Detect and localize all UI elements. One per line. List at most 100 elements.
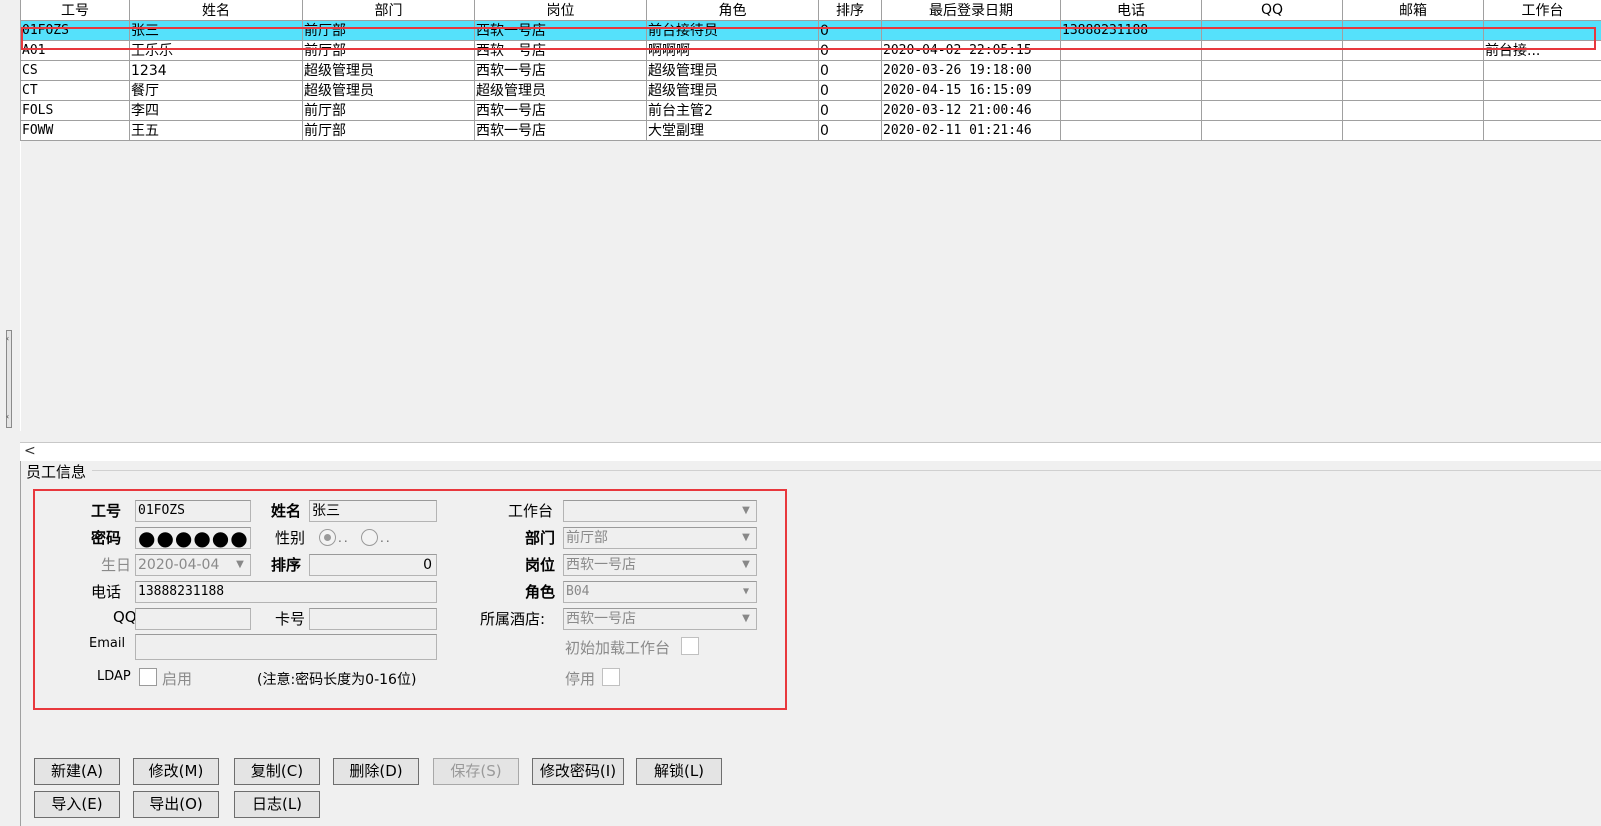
cell-workbench[interactable] — [1483, 120, 1601, 141]
cell-role[interactable]: 前台接待员 — [646, 20, 819, 41]
birthday-picker[interactable]: 2020-04-04 ▼ — [135, 554, 251, 576]
hotel-select[interactable]: 西软一号店 ▼ — [563, 608, 757, 630]
cell-post[interactable]: 超级管理员 — [474, 80, 647, 101]
cell-qq[interactable] — [1201, 20, 1343, 41]
column-header-name[interactable]: 姓名 — [129, 0, 303, 21]
cell-name[interactable]: 李四 — [129, 100, 303, 121]
email-field[interactable] — [135, 634, 437, 660]
cell-dept[interactable]: 前厅部 — [302, 100, 475, 121]
cell-email[interactable] — [1342, 120, 1484, 141]
cell-order[interactable]: 0 — [818, 100, 882, 121]
password-field[interactable]: ●●●●●● — [135, 527, 251, 549]
cell-email[interactable] — [1342, 20, 1484, 41]
chevron-down-icon[interactable]: ▼ — [736, 528, 756, 548]
role-select[interactable]: B04 ▼ — [563, 581, 757, 603]
workbench-select[interactable]: ▼ — [563, 500, 757, 522]
cell-id[interactable]: FOLS — [20, 100, 130, 121]
cell-role[interactable]: 前台主管2 — [646, 100, 819, 121]
cell-name[interactable]: 王乐乐 — [129, 40, 303, 61]
column-header-email[interactable]: 邮箱 — [1342, 0, 1484, 21]
table-row[interactable]: 01FOZS 张三 前厅部 西软一号店 前台接待员 0 13888231188 — [20, 20, 1601, 41]
cell-workbench[interactable] — [1483, 20, 1601, 41]
unlock-button[interactable]: 解锁(L) — [636, 758, 722, 785]
chevron-left-icon[interactable]: < — [24, 443, 36, 459]
cell-workbench[interactable] — [1483, 60, 1601, 81]
cell-id[interactable]: A01 — [20, 40, 130, 61]
cell-last-login[interactable]: 2020-04-15 16:15:09 — [881, 80, 1061, 101]
cell-name[interactable]: 餐厅 — [129, 80, 303, 101]
cell-role[interactable]: 啊啊啊 — [646, 40, 819, 61]
new-button[interactable]: 新建(A) — [34, 758, 120, 785]
horizontal-scrollbar[interactable]: < — [20, 442, 1601, 461]
init-workbench-checkbox[interactable] — [681, 637, 699, 655]
cell-dept[interactable]: 前厅部 — [302, 20, 475, 41]
cell-name[interactable]: 张三 — [129, 20, 303, 41]
chevron-down-icon[interactable]: ▼ — [230, 555, 250, 575]
cell-post[interactable]: 西软一号店 — [474, 40, 647, 61]
chevron-down-icon[interactable]: ▼ — [736, 501, 756, 521]
cell-phone[interactable] — [1060, 80, 1202, 101]
card-field[interactable] — [309, 608, 437, 630]
gender-radio-2[interactable] — [361, 529, 378, 546]
cell-last-login[interactable]: 2020-03-12 21:00:46 — [881, 100, 1061, 121]
cell-dept[interactable]: 超级管理员 — [302, 80, 475, 101]
column-header-qq[interactable]: QQ — [1201, 0, 1343, 21]
cell-post[interactable]: 西软一号店 — [474, 120, 647, 141]
cell-email[interactable] — [1342, 40, 1484, 61]
phone-field[interactable]: 13888231188 — [135, 581, 437, 603]
ldap-checkbox[interactable] — [139, 668, 157, 686]
import-button[interactable]: 导入(E) — [34, 791, 120, 818]
cell-qq[interactable] — [1201, 80, 1343, 101]
cell-post[interactable]: 西软一号店 — [474, 20, 647, 41]
cell-id[interactable]: 01FOZS — [20, 20, 130, 41]
cell-role[interactable]: 大堂副理 — [646, 120, 819, 141]
column-header-id[interactable]: 工号 — [20, 0, 130, 21]
cell-qq[interactable] — [1201, 100, 1343, 121]
chevron-down-icon[interactable]: ▼ — [736, 555, 756, 575]
cell-id[interactable]: CS — [20, 60, 130, 81]
cell-name[interactable]: 1234 — [129, 60, 303, 81]
dept-select[interactable]: 前厅部 ▼ — [563, 527, 757, 549]
cell-dept[interactable]: 前厅部 — [302, 120, 475, 141]
cell-order[interactable]: 0 — [818, 20, 882, 41]
column-header-order[interactable]: 排序 — [818, 0, 882, 21]
save-button[interactable]: 保存(S) — [433, 758, 519, 785]
cell-id[interactable]: CT — [20, 80, 130, 101]
cell-order[interactable]: 0 — [818, 80, 882, 101]
name-field[interactable]: 张三 — [309, 500, 437, 522]
column-header-dept[interactable]: 部门 — [302, 0, 475, 21]
chevron-down-icon[interactable]: ▼ — [736, 609, 756, 629]
cell-role[interactable]: 超级管理员 — [646, 80, 819, 101]
cell-order[interactable]: 0 — [818, 60, 882, 81]
table-row[interactable]: CS 1234 超级管理员 西软一号店 超级管理员 0 2020-03-26 19:18:0… — [20, 60, 1601, 81]
cell-workbench[interactable] — [1483, 80, 1601, 101]
post-select[interactable]: 西软一号店 ▼ — [563, 554, 757, 576]
cell-phone[interactable] — [1060, 60, 1202, 81]
cell-phone[interactable] — [1060, 40, 1202, 61]
column-header-post[interactable]: 岗位 — [474, 0, 647, 21]
column-header-last-login[interactable]: 最后登录日期 — [881, 0, 1061, 21]
column-header-phone[interactable]: 电话 — [1060, 0, 1202, 21]
disabled-checkbox[interactable] — [602, 668, 620, 686]
cell-order[interactable]: 0 — [818, 40, 882, 61]
cell-workbench[interactable] — [1483, 100, 1601, 121]
cell-dept[interactable]: 超级管理员 — [302, 60, 475, 81]
modify-button[interactable]: 修改(M) — [133, 758, 219, 785]
cell-role[interactable]: 超级管理员 — [646, 60, 819, 81]
delete-button[interactable]: 删除(D) — [333, 758, 419, 785]
copy-button[interactable]: 复制(C) — [234, 758, 320, 785]
gender-radio-1[interactable] — [319, 529, 336, 546]
table-row[interactable]: A01 王乐乐 前厅部 西软一号店 啊啊啊 0 2020-04-02 22:05:15 前台接… — [20, 40, 1601, 61]
table-row[interactable]: CT 餐厅 超级管理员 超级管理员 超级管理员 0 2020-04-15 16:15:09 — [20, 80, 1601, 101]
order-field[interactable]: 0 — [309, 554, 437, 576]
cell-qq[interactable] — [1201, 40, 1343, 61]
cell-post[interactable]: 西软一号店 — [474, 60, 647, 81]
cell-email[interactable] — [1342, 60, 1484, 81]
cell-order[interactable]: 0 — [818, 120, 882, 141]
cell-id[interactable]: FOWW — [20, 120, 130, 141]
cell-post[interactable]: 西软一号店 — [474, 100, 647, 121]
export-button[interactable]: 导出(O) — [133, 791, 219, 818]
cell-dept[interactable]: 前厅部 — [302, 40, 475, 61]
cell-last-login[interactable]: 2020-02-11 01:21:46 — [881, 120, 1061, 141]
id-field[interactable]: 01FOZS — [135, 500, 251, 522]
